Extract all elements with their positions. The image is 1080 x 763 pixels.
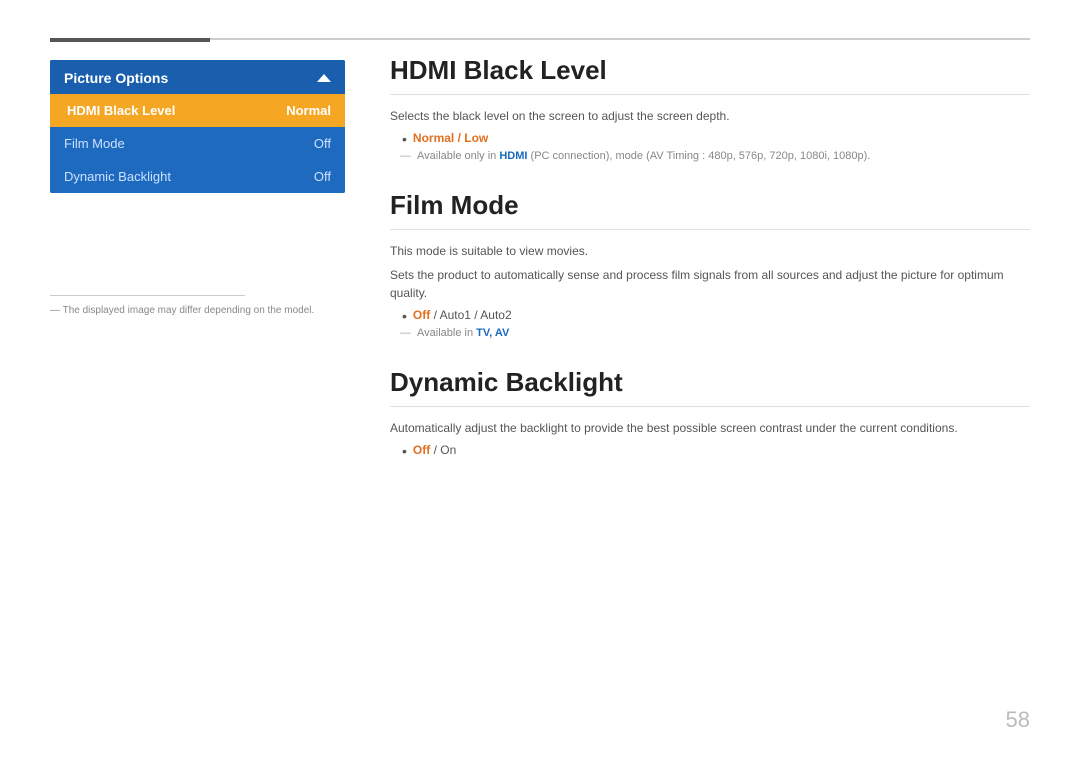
hdmi-highlight: Normal / Low: [413, 131, 488, 145]
hdmi-bullet-text: Normal / Low: [413, 131, 488, 145]
bullet-dot: •: [402, 444, 407, 458]
section-divider: [50, 295, 245, 296]
menu-item-film[interactable]: Film Mode Off: [50, 127, 345, 160]
hdmi-note: — Available only in HDMI (PC connection)…: [400, 150, 1030, 162]
menu-item-label: Dynamic Backlight: [64, 169, 171, 184]
menu-item-label: HDMI Black Level: [67, 103, 175, 118]
menu-item-label: Film Mode: [64, 136, 125, 151]
note-dash: —: [400, 150, 411, 162]
hdmi-note-highlight: HDMI: [499, 150, 527, 162]
dynamic-desc: Automatically adjust the backlight to pr…: [390, 419, 1030, 437]
menu-item-value: Off: [314, 136, 331, 151]
hdmi-desc: Selects the black level on the screen to…: [390, 107, 1030, 125]
film-note-highlight: TV, AV: [476, 327, 509, 339]
top-accent: [50, 38, 210, 42]
film-note: — Available in TV, AV: [400, 327, 1030, 339]
picture-options-menu: Picture Options HDMI Black Level Normal …: [50, 60, 345, 193]
menu-title-bar: Picture Options: [50, 60, 345, 94]
film-bullet: • Off / Auto1 / Auto2: [402, 308, 1030, 323]
note-dash: —: [400, 327, 411, 339]
footnote-dash: ―: [50, 305, 63, 316]
film-desc2: Sets the product to automatically sense …: [390, 266, 1030, 302]
film-bullet-text: Off / Auto1 / Auto2: [413, 308, 512, 322]
menu-item-value: Normal: [286, 103, 331, 118]
hdmi-section: HDMI Black Level Selects the black level…: [390, 55, 1030, 162]
right-content: HDMI Black Level Selects the black level…: [390, 55, 1030, 486]
film-suffix: / Auto1 / Auto2: [430, 308, 511, 322]
film-highlight: Off: [413, 308, 430, 322]
dynamic-bullet: • Off / On: [402, 443, 1030, 458]
dynamic-section: Dynamic Backlight Automatically adjust t…: [390, 367, 1030, 458]
hdmi-note-text: Available only in HDMI (PC connection), …: [417, 150, 870, 162]
film-section: Film Mode This mode is suitable to view …: [390, 190, 1030, 339]
bullet-dot: •: [402, 309, 407, 323]
menu-item-value: Off: [314, 169, 331, 184]
hdmi-bullet: • Normal / Low: [402, 131, 1030, 146]
menu-item-hdmi[interactable]: HDMI Black Level Normal: [50, 94, 345, 127]
dynamic-highlight: Off: [413, 443, 430, 457]
dynamic-bullet-text: Off / On: [413, 443, 456, 457]
dynamic-suffix: / On: [430, 443, 456, 457]
page-number: 58: [1006, 707, 1030, 733]
film-desc1: This mode is suitable to view movies.: [390, 242, 1030, 260]
chevron-up-icon: [317, 74, 331, 82]
footnote-text: ― The displayed image may differ dependi…: [50, 305, 314, 316]
menu-title-text: Picture Options: [64, 70, 168, 86]
film-title: Film Mode: [390, 190, 1030, 230]
bullet-dot: •: [402, 132, 407, 146]
menu-item-dynamic[interactable]: Dynamic Backlight Off: [50, 160, 345, 193]
left-panel: Picture Options HDMI Black Level Normal …: [50, 60, 345, 193]
hdmi-title: HDMI Black Level: [390, 55, 1030, 95]
film-note-text: Available in TV, AV: [417, 327, 509, 339]
dynamic-title: Dynamic Backlight: [390, 367, 1030, 407]
